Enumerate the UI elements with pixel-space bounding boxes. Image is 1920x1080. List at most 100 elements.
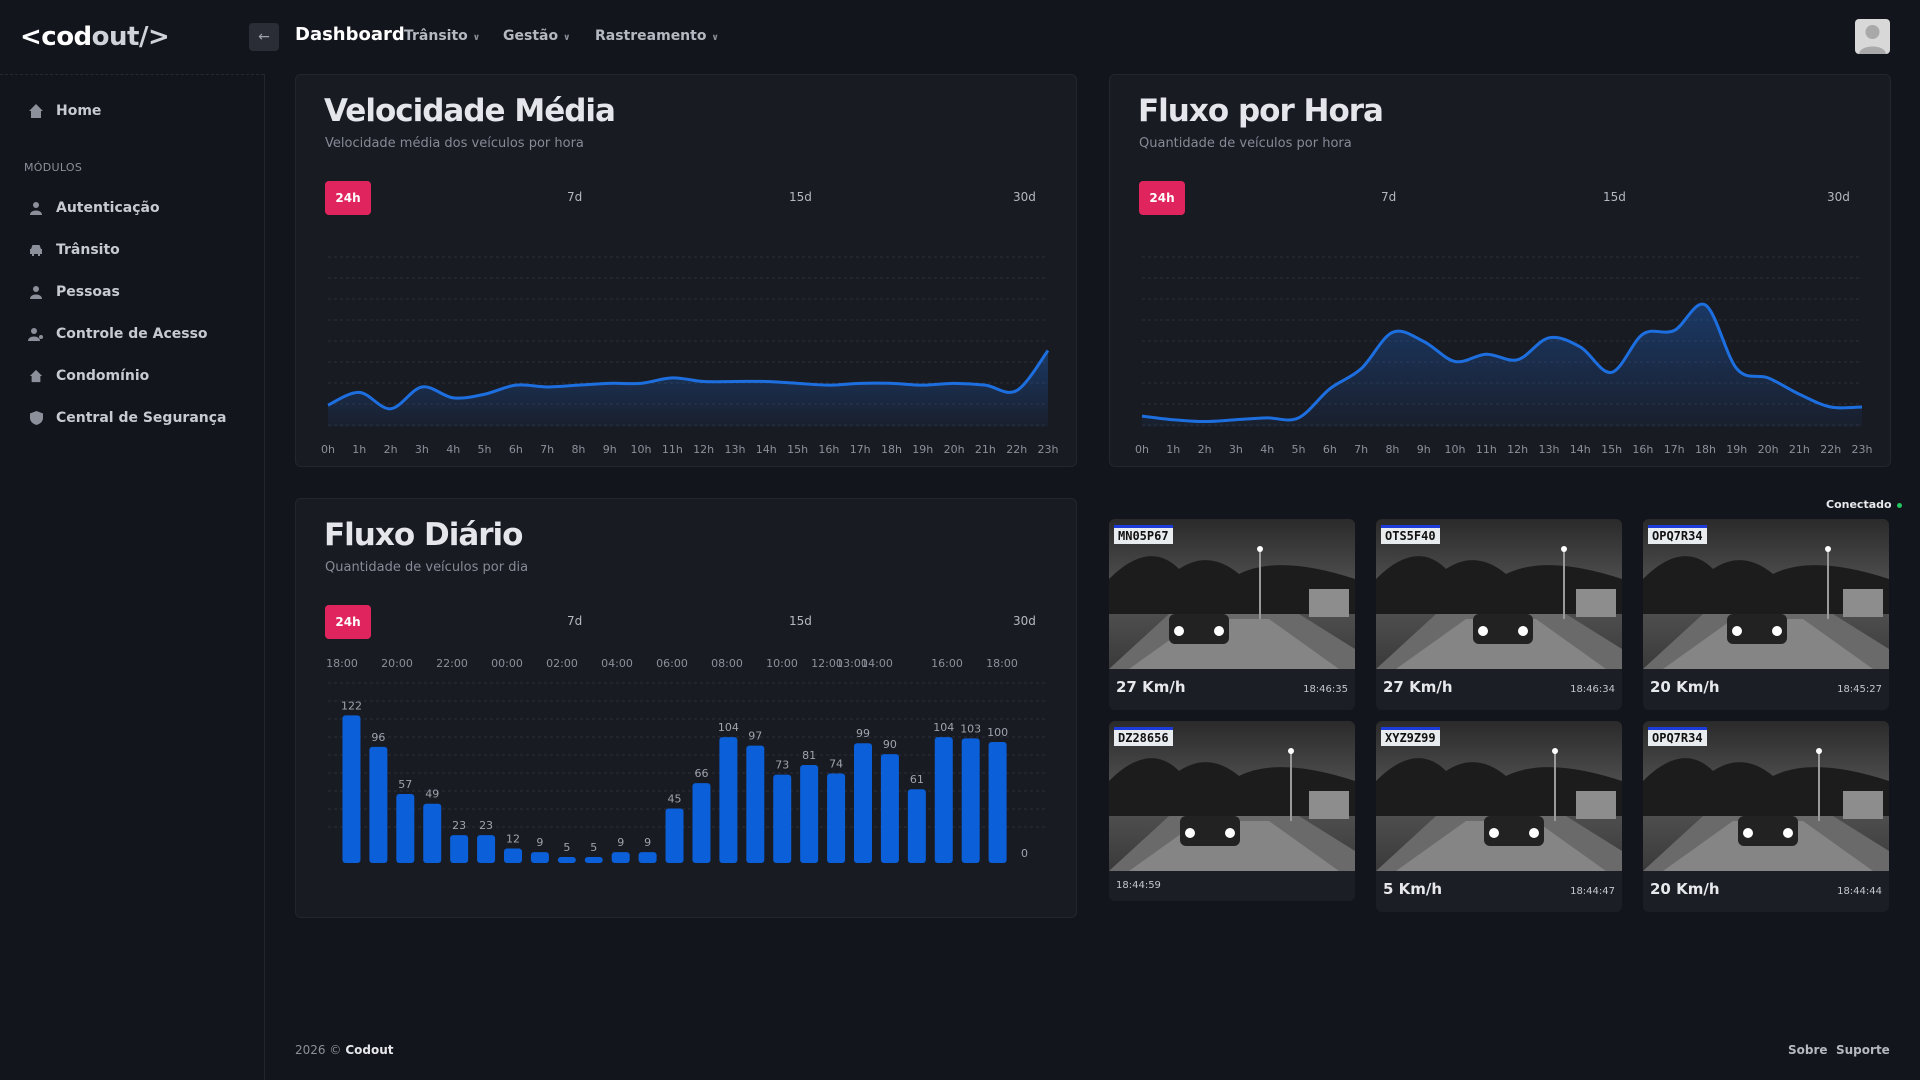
sidebar-item-label: Home xyxy=(56,103,102,119)
sidebar xyxy=(0,74,265,1080)
status-dot-icon xyxy=(1896,502,1902,508)
x-tick-label: 2h xyxy=(1198,443,1212,456)
user-icon xyxy=(28,200,44,216)
bar-value-label: 49 xyxy=(425,788,439,801)
sidebar-item-label: Central de Segurança xyxy=(56,410,227,426)
velocidade-media-card: Velocidade Média Velocidade média dos ve… xyxy=(295,74,1077,467)
bar-value-label: 96 xyxy=(371,731,385,744)
vehicle-speed: 27 Km/h xyxy=(1383,678,1453,696)
company-link[interactable]: Codout xyxy=(345,1043,393,1057)
x-tick-label: 20:00 xyxy=(381,657,413,670)
bar-value-label: 73 xyxy=(775,759,789,772)
bar xyxy=(477,835,496,863)
capture-time: 18:46:35 xyxy=(1303,684,1348,695)
x-tick-label: 21h xyxy=(1789,443,1810,456)
bar xyxy=(934,737,953,863)
sidebar-item-condominio[interactable]: Condomínio xyxy=(28,368,149,384)
bar xyxy=(638,852,657,863)
collapse-sidebar-button[interactable]: ← xyxy=(249,23,279,51)
shield-icon xyxy=(28,410,44,426)
bar xyxy=(504,848,522,863)
x-tick-label: 20h xyxy=(944,443,965,456)
x-tick-label: 21h xyxy=(975,443,996,456)
bar-value-label: 23 xyxy=(479,819,493,832)
capture-time: 18:44:47 xyxy=(1570,886,1615,897)
x-tick-label: 12h xyxy=(693,443,714,456)
bar xyxy=(692,783,711,863)
vehicle-speed: 5 Km/h xyxy=(1383,880,1443,898)
user-avatar-icon xyxy=(1859,25,1886,54)
bar xyxy=(584,856,603,863)
section-label: MÓDULOS xyxy=(24,161,83,174)
x-tick-label: 7h xyxy=(1354,443,1368,456)
sidebar-item-controle-acesso[interactable]: Controle de Acesso xyxy=(28,326,208,342)
x-tick-label: 7h xyxy=(540,443,554,456)
x-tick-label: 06:00 xyxy=(656,657,688,670)
sidebar-item-pessoas[interactable]: Pessoas xyxy=(28,284,120,300)
x-tick-label: 5h xyxy=(478,443,492,456)
nav-rastreamento[interactable]: Rastreamento ∨ xyxy=(595,28,719,44)
x-tick-label: 5h xyxy=(1292,443,1306,456)
x-tick-label: 14h xyxy=(756,443,777,456)
footer-link-sobre[interactable]: Sobre xyxy=(1788,1043,1828,1057)
camera-capture-card[interactable]: DZ28656 18:44:59 xyxy=(1109,721,1355,901)
bar xyxy=(423,803,442,863)
bar-value-label: 0 xyxy=(1021,847,1028,860)
top-bar: <codout/> ← Dashboard Trânsito ∨ Gestão ∨ … xyxy=(0,0,1920,74)
x-tick-label: 11h xyxy=(1476,443,1497,456)
x-tick-label: 11h xyxy=(662,443,683,456)
x-tick-label: 08:00 xyxy=(711,657,743,670)
bar-value-label: 9 xyxy=(536,836,543,849)
x-tick-label: 17h xyxy=(1664,443,1685,456)
sidebar-item-home[interactable]: Home xyxy=(28,103,101,119)
sidebar-item-central-seguranca[interactable]: Central de Segurança xyxy=(28,410,226,426)
home-icon xyxy=(28,103,44,119)
camera-capture-card[interactable]: OPQ7R34 20 Km/h 18:44:44 xyxy=(1643,721,1889,912)
chevron-down-icon: ∨ xyxy=(472,33,481,43)
x-tick-label: 18h xyxy=(1695,443,1716,456)
camera-capture-card[interactable]: MN05P67 27 Km/h 18:46:35 xyxy=(1109,519,1355,710)
license-plate: OPQ7R34 xyxy=(1648,525,1707,544)
nav-gestao[interactable]: Gestão ∨ xyxy=(503,28,570,44)
x-tick-label: 12h xyxy=(1507,443,1528,456)
footer-copyright: 2026 © Codout xyxy=(295,1043,394,1057)
sidebar-item-autenticacao[interactable]: Autenticação xyxy=(28,200,160,216)
bar xyxy=(827,773,846,863)
x-tick-label: 9h xyxy=(1417,443,1431,456)
footer-link-suporte[interactable]: Suporte xyxy=(1836,1043,1890,1057)
bar xyxy=(880,754,899,863)
x-tick-label: 6h xyxy=(509,443,523,456)
sidebar-item-label: Autenticação xyxy=(56,200,160,216)
bar xyxy=(342,715,361,863)
bar xyxy=(450,835,469,863)
bar xyxy=(800,764,819,863)
x-tick-label: 0h xyxy=(321,443,335,456)
x-tick-label: 3h xyxy=(1229,443,1243,456)
home-icon xyxy=(28,368,44,384)
camera-capture-card[interactable]: OPQ7R34 20 Km/h 18:45:27 xyxy=(1643,519,1889,710)
bar xyxy=(557,856,576,863)
x-tick-label: 18:00 xyxy=(326,657,358,670)
fluxo-diario-card: Fluxo Diário Quantidade de veículos por … xyxy=(295,498,1077,918)
series-area xyxy=(1142,304,1862,427)
bar-value-label: 5 xyxy=(563,841,570,854)
camera-capture-card[interactable]: XYZ9Z99 5 Km/h 18:44:47 xyxy=(1376,721,1622,912)
x-tick-label: 16:00 xyxy=(931,657,963,670)
x-tick-label: 02:00 xyxy=(546,657,578,670)
status-label: Conectado xyxy=(1826,498,1892,511)
user-key-icon xyxy=(28,326,44,342)
license-plate: OTS5F40 xyxy=(1381,525,1440,544)
nav-transito[interactable]: Trânsito ∨ xyxy=(404,28,480,44)
logo[interactable]: <codout/> xyxy=(20,22,170,52)
x-tick-label: 15h xyxy=(1601,443,1622,456)
x-tick-label: 00:00 xyxy=(491,657,523,670)
bar-value-label: 57 xyxy=(398,778,412,791)
bar-value-label: 81 xyxy=(802,749,816,762)
x-tick-label: 1h xyxy=(1166,443,1180,456)
avatar[interactable] xyxy=(1855,19,1890,54)
x-tick-label: 8h xyxy=(571,443,585,456)
bar xyxy=(396,794,415,863)
x-tick-label: 17h xyxy=(850,443,871,456)
sidebar-item-transito[interactable]: Trânsito xyxy=(28,242,120,258)
camera-capture-card[interactable]: OTS5F40 27 Km/h 18:46:34 xyxy=(1376,519,1622,710)
